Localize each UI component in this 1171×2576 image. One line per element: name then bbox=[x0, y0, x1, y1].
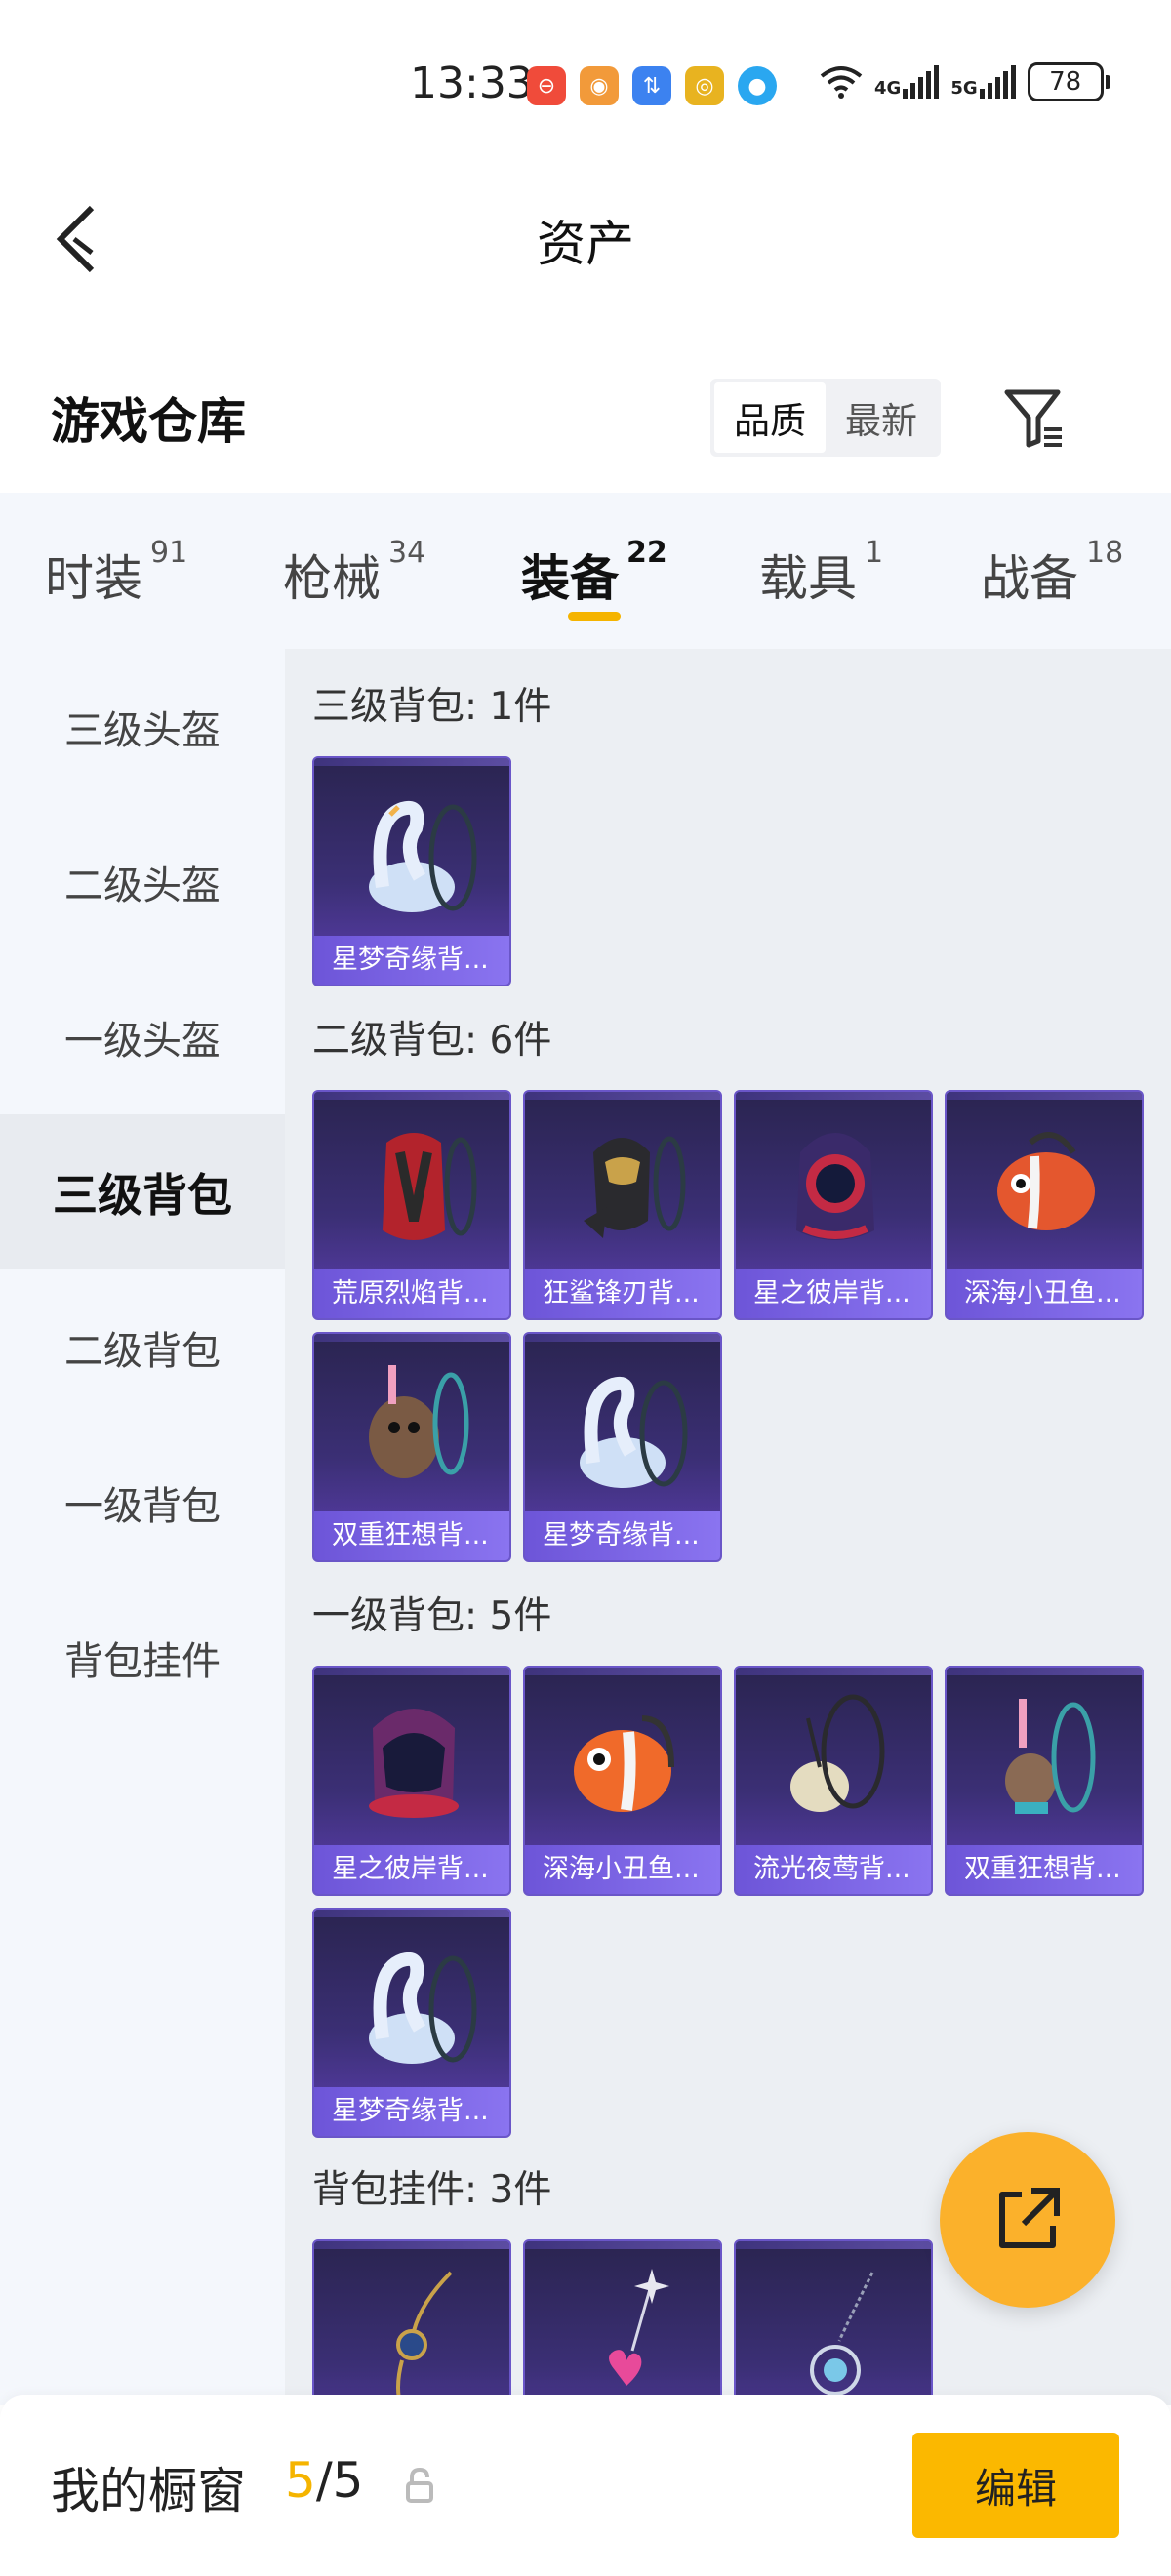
nav-header: 资产 bbox=[0, 166, 1171, 312]
section-title: 三级背包: 1件 bbox=[312, 685, 552, 729]
sort-toggle: 品质 最新 bbox=[710, 379, 941, 457]
charm-image bbox=[810, 2272, 874, 2395]
swan-backpack-image bbox=[369, 801, 477, 912]
item-name: 深海小丑鱼... bbox=[947, 1269, 1142, 1318]
item-name: 星梦奇缘背... bbox=[314, 2087, 509, 2136]
item-name: 星梦奇缘背... bbox=[314, 936, 509, 985]
status-bar: 13:33 ⊖ ◉ ⇅ ◎ ● 4G 5G 78 bbox=[0, 0, 1171, 166]
nightingale-backpack-image bbox=[790, 1694, 885, 1812]
clownfish-backpack-image bbox=[997, 1132, 1095, 1230]
item-card[interactable]: 星之彼岸背... bbox=[734, 1090, 933, 1320]
tab-vehicles[interactable]: 载具 1 bbox=[759, 536, 883, 610]
item-name: 双重狂想背... bbox=[947, 1845, 1142, 1894]
red-flame-backpack-image bbox=[383, 1133, 477, 1240]
tab-supplies[interactable]: 战备 18 bbox=[981, 536, 1123, 610]
tab-firearms[interactable]: 枪械 34 bbox=[283, 536, 425, 610]
item-card[interactable] bbox=[312, 2239, 511, 2405]
red-app-icon: ⊖ bbox=[527, 66, 566, 105]
battery-level: 78 bbox=[1027, 62, 1104, 101]
item-name: 深海小丑鱼... bbox=[525, 1845, 720, 1894]
showcase-count: 5/5 bbox=[285, 2452, 363, 2509]
sidebar-item-level3-backpack[interactable]: 三级背包 bbox=[0, 1114, 285, 1269]
double-fantasy-backpack-image bbox=[1005, 1699, 1096, 1814]
section-title: 一级背包: 5件 bbox=[312, 1594, 552, 1638]
tab-equipment[interactable]: 装备 22 bbox=[521, 536, 667, 610]
starry-shore-backpack-image bbox=[369, 1709, 459, 1818]
blue-app-icon: ⇅ bbox=[632, 66, 671, 105]
starry-shore-backpack-image bbox=[796, 1133, 874, 1240]
item-card[interactable]: 流光夜莺背... bbox=[734, 1666, 933, 1896]
item-name: 流光夜莺背... bbox=[736, 1845, 931, 1894]
item-card[interactable]: 狂鲨锋刃背... bbox=[523, 1090, 722, 1320]
showcase-total: /5 bbox=[315, 2452, 364, 2509]
share-icon bbox=[999, 2188, 1060, 2248]
warehouse-title: 游戏仓库 bbox=[51, 393, 246, 450]
status-time: 13:33 bbox=[410, 59, 534, 108]
sidebar: 三级头盔 二级头盔 一级头盔 三级背包 二级背包 一级背包 背包挂件 bbox=[0, 649, 285, 2405]
tab-fashion[interactable]: 时装 91 bbox=[45, 536, 187, 610]
swan-backpack-image bbox=[580, 1377, 688, 1488]
sidebar-item-backpack-charm[interactable]: 背包挂件 bbox=[0, 1580, 285, 1735]
filter-icon bbox=[1004, 389, 1062, 448]
chat-app-icon: ● bbox=[738, 66, 777, 105]
item-name: 双重狂想背... bbox=[314, 1511, 509, 1560]
network-5g-icon: 5G bbox=[950, 65, 1016, 99]
section-title: 二级背包: 6件 bbox=[312, 1019, 552, 1063]
item-card[interactable]: 星梦奇缘背... bbox=[312, 1908, 511, 2138]
item-card[interactable]: 星之彼岸背... bbox=[312, 1666, 511, 1896]
active-tab-indicator bbox=[568, 612, 621, 621]
sidebar-item-level2-helmet[interactable]: 二级头盔 bbox=[0, 804, 285, 959]
item-card[interactable]: 深海小丑鱼... bbox=[523, 1666, 722, 1896]
item-card[interactable]: 深海小丑鱼... bbox=[945, 1090, 1144, 1320]
sidebar-item-level3-helmet[interactable]: 三级头盔 bbox=[0, 649, 285, 804]
item-card[interactable] bbox=[523, 2239, 722, 2405]
bottom-bar: 我的橱窗 5/5 编辑 bbox=[0, 2395, 1171, 2576]
system-icons: 4G 5G 78 bbox=[820, 62, 1110, 101]
item-name: 星之彼岸背... bbox=[736, 1269, 931, 1318]
shark-blade-backpack-image bbox=[584, 1136, 686, 1238]
item-card[interactable]: 双重狂想背... bbox=[312, 1332, 511, 1562]
item-name: 荒原烈焰背... bbox=[314, 1269, 509, 1318]
notification-icons: ⊖ ◉ ⇅ ◎ ● bbox=[527, 66, 777, 105]
category-tabs: 时装 91 枪械 34 装备 22 载具 1 战备 18 bbox=[0, 493, 1171, 649]
edit-button[interactable]: 编辑 bbox=[912, 2433, 1119, 2538]
page-title: 资产 bbox=[537, 216, 634, 272]
share-button[interactable] bbox=[940, 2132, 1115, 2308]
warehouse-header: 游戏仓库 品质 最新 bbox=[0, 361, 1171, 478]
item-name: 星之彼岸背... bbox=[314, 1845, 509, 1894]
yellow-app-icon: ◎ bbox=[685, 66, 724, 105]
network-4g-icon: 4G bbox=[874, 65, 940, 99]
swan-backpack-image bbox=[369, 1952, 477, 2064]
item-card[interactable]: 荒原烈焰背... bbox=[312, 1090, 511, 1320]
wifi-icon bbox=[820, 66, 863, 99]
section-title: 背包挂件: 3件 bbox=[312, 2168, 552, 2212]
filter-button[interactable] bbox=[999, 382, 1070, 453]
showcase-label: 我的橱窗 bbox=[51, 2463, 246, 2519]
battery-icon: 78 bbox=[1027, 62, 1110, 101]
sort-latest-button[interactable]: 最新 bbox=[826, 382, 937, 453]
item-card[interactable] bbox=[734, 2239, 933, 2405]
orange-app-icon: ◉ bbox=[580, 66, 619, 105]
sidebar-item-level2-backpack[interactable]: 二级背包 bbox=[0, 1269, 285, 1425]
item-name: 狂鲨锋刃背... bbox=[525, 1269, 720, 1318]
item-card[interactable]: 星梦奇缘背... bbox=[312, 756, 511, 986]
item-name: 星梦奇缘背... bbox=[525, 1511, 720, 1560]
sort-quality-button[interactable]: 品质 bbox=[714, 382, 826, 453]
sidebar-item-level1-helmet[interactable]: 一级头盔 bbox=[0, 959, 285, 1114]
item-card[interactable]: 双重狂想背... bbox=[945, 1666, 1144, 1896]
item-card[interactable]: 星梦奇缘背... bbox=[523, 1332, 722, 1562]
clownfish-backpack-image bbox=[574, 1715, 674, 1812]
charm-image bbox=[609, 2269, 669, 2386]
showcase-current: 5 bbox=[285, 2452, 316, 2509]
charm-image bbox=[396, 2271, 453, 2405]
sidebar-item-level1-backpack[interactable]: 一级背包 bbox=[0, 1425, 285, 1580]
lock-icon bbox=[406, 2467, 433, 2503]
double-fantasy-backpack-image bbox=[369, 1365, 469, 1478]
